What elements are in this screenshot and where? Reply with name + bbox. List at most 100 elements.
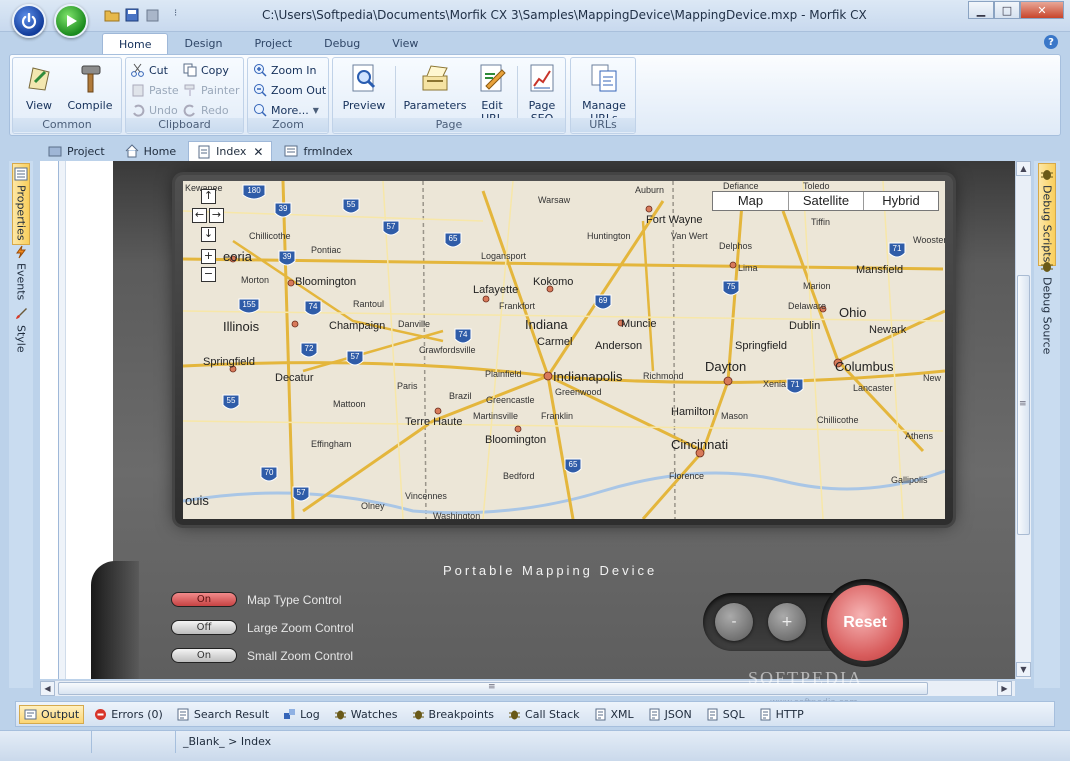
undo-button[interactable]: Undo bbox=[131, 103, 178, 117]
manage-urls-button[interactable]: Manage URLs bbox=[575, 62, 633, 125]
bottom-tab-watches[interactable]: Watches bbox=[330, 706, 402, 723]
format-painter-button[interactable]: Painter bbox=[183, 83, 240, 97]
zoom-in-icon bbox=[254, 64, 267, 77]
scroll-left-button[interactable]: ◀ bbox=[40, 681, 55, 696]
pan-down-button[interactable]: ↓ bbox=[201, 227, 216, 242]
tab-home[interactable]: Home bbox=[102, 33, 169, 55]
doc-tab-index[interactable]: Index ✕ bbox=[188, 141, 273, 161]
svg-text:Lancaster: Lancaster bbox=[853, 383, 893, 393]
svg-text:65: 65 bbox=[569, 460, 578, 469]
small-zoom-toggle[interactable]: On bbox=[171, 648, 237, 663]
horizontal-scrollbar[interactable]: ◀ ≡ ▶ bbox=[40, 680, 1015, 696]
scroll-down-button[interactable]: ▼ bbox=[1016, 662, 1031, 677]
paste-button[interactable]: Paste bbox=[131, 83, 179, 97]
reset-button[interactable]: Reset bbox=[827, 585, 903, 661]
compile-button[interactable]: Compile bbox=[65, 62, 115, 112]
cut-button[interactable]: Cut bbox=[131, 63, 168, 77]
device-screen: Kewanee Warsaw Auburn Defiance Toledo Huntin… bbox=[175, 175, 953, 525]
map-zoom-out-button[interactable]: − bbox=[201, 267, 216, 282]
scroll-right-button[interactable]: ▶ bbox=[997, 681, 1012, 696]
side-tab-events[interactable]: Events bbox=[12, 245, 30, 300]
application-menu-orb[interactable] bbox=[12, 4, 46, 38]
toggle-label: Map Type Control bbox=[247, 592, 342, 607]
bottom-tab-sql[interactable]: SQL bbox=[702, 706, 749, 723]
map-view[interactable]: Kewanee Warsaw Auburn Defiance Toledo Huntin… bbox=[183, 181, 945, 519]
svg-text:Martinsville: Martinsville bbox=[473, 411, 518, 421]
search-result-icon bbox=[177, 708, 189, 720]
svg-text:Bloomington: Bloomington bbox=[485, 434, 546, 446]
bottom-tab-output[interactable]: Output bbox=[19, 704, 85, 724]
scroll-up-button[interactable]: ▲ bbox=[1016, 161, 1031, 176]
bottom-tab-search-result[interactable]: Search Result bbox=[173, 706, 273, 723]
map-type-map[interactable]: Map bbox=[713, 192, 788, 210]
bug-icon bbox=[1041, 262, 1053, 272]
map-type-satellite[interactable]: Satellite bbox=[788, 192, 863, 210]
zoom-more-button[interactable]: More... ▼ bbox=[253, 103, 319, 117]
bug-icon bbox=[509, 710, 521, 719]
device-zoom-out-button[interactable]: - bbox=[715, 603, 753, 641]
map-type-hybrid[interactable]: Hybrid bbox=[863, 192, 938, 210]
bottom-tab-log[interactable]: Log bbox=[279, 706, 324, 723]
close-tab-icon[interactable]: ✕ bbox=[253, 145, 263, 159]
document-icon bbox=[760, 708, 771, 720]
bottom-tab-breakpoints[interactable]: Breakpoints bbox=[408, 706, 499, 723]
bottom-tab-http[interactable]: HTTP bbox=[755, 706, 808, 723]
copy-button[interactable]: Copy bbox=[183, 63, 229, 77]
edit-url-button[interactable]: Edit URL bbox=[475, 62, 509, 125]
scroll-grip-icon: ≡ bbox=[488, 682, 496, 692]
svg-text:65: 65 bbox=[449, 234, 458, 243]
bottom-tab-xml[interactable]: XML bbox=[590, 706, 638, 723]
svg-text:Huntington: Huntington bbox=[587, 231, 631, 241]
bug-icon bbox=[1041, 170, 1053, 180]
project-icon bbox=[48, 146, 62, 157]
help-icon[interactable]: ? bbox=[1044, 35, 1058, 49]
doc-tab-frmindex[interactable]: frmIndex bbox=[276, 141, 360, 161]
doc-tab-project[interactable]: Project bbox=[40, 141, 113, 161]
parameters-button[interactable]: Parameters bbox=[403, 62, 467, 112]
side-tab-debug-source[interactable]: Debug Source bbox=[1038, 259, 1056, 354]
view-button[interactable]: View bbox=[21, 62, 57, 112]
bottom-tab-call-stack[interactable]: Call Stack bbox=[504, 706, 583, 723]
side-tab-style[interactable]: Style bbox=[12, 307, 30, 353]
pan-left-button[interactable]: ← bbox=[192, 208, 207, 223]
maximize-button[interactable]: □ bbox=[994, 1, 1020, 19]
page-seo-button[interactable]: Page SEO bbox=[523, 62, 561, 125]
map-zoom-in-button[interactable]: + bbox=[201, 249, 216, 264]
map-type-toggle[interactable]: On bbox=[171, 592, 237, 607]
save-icon[interactable] bbox=[124, 7, 140, 23]
device-zoom-in-button[interactable]: + bbox=[768, 603, 806, 641]
svg-text:Florence: Florence bbox=[669, 471, 704, 481]
tab-design[interactable]: Design bbox=[168, 33, 238, 55]
open-folder-icon[interactable] bbox=[104, 7, 120, 23]
svg-text:Dublin: Dublin bbox=[789, 320, 820, 332]
tab-debug[interactable]: Debug bbox=[308, 33, 376, 55]
preview-button[interactable]: Preview bbox=[341, 62, 387, 112]
undo-icon bbox=[133, 104, 145, 117]
mapping-device: Kewanee Warsaw Auburn Defiance Toledo Huntin… bbox=[91, 161, 1015, 679]
side-tab-debug-scripts[interactable]: Debug Scripts bbox=[1038, 163, 1056, 267]
quick-access-dropdown-icon[interactable]: ⁝ bbox=[174, 8, 177, 19]
bottom-tab-json[interactable]: JSON bbox=[644, 706, 696, 723]
designer-canvas[interactable]: Kewanee Warsaw Auburn Defiance Toledo Huntin… bbox=[40, 161, 1015, 679]
bottom-panel-tabs: Output Errors (0) Search Result Log Watc… bbox=[15, 701, 1055, 727]
run-orb[interactable] bbox=[54, 4, 88, 38]
minimize-button[interactable]: ▁ bbox=[968, 1, 994, 19]
close-button[interactable]: ✕ bbox=[1020, 1, 1064, 19]
pan-right-button[interactable]: → bbox=[209, 208, 224, 223]
tab-project[interactable]: Project bbox=[238, 33, 308, 55]
svg-text:Effingham: Effingham bbox=[311, 439, 351, 449]
status-bar: _Blank_ > Index bbox=[0, 730, 1070, 761]
bottom-tab-errors[interactable]: Errors (0) bbox=[90, 706, 167, 723]
error-icon bbox=[95, 708, 107, 720]
vertical-scrollbar[interactable]: ▲ ≡ ▼ bbox=[1015, 161, 1031, 679]
save-all-icon[interactable] bbox=[144, 7, 160, 23]
large-zoom-toggle[interactable]: Off bbox=[171, 620, 237, 635]
zoom-in-button[interactable]: Zoom In bbox=[253, 63, 316, 77]
redo-button[interactable]: Redo bbox=[183, 103, 229, 117]
side-tab-properties[interactable]: Properties bbox=[12, 163, 30, 245]
pan-up-button[interactable]: ↑ bbox=[201, 189, 216, 204]
tab-view[interactable]: View bbox=[376, 33, 434, 55]
doc-tab-home[interactable]: Home bbox=[117, 141, 184, 161]
zoom-out-button[interactable]: Zoom Out bbox=[253, 83, 326, 97]
status-cell bbox=[0, 731, 92, 753]
